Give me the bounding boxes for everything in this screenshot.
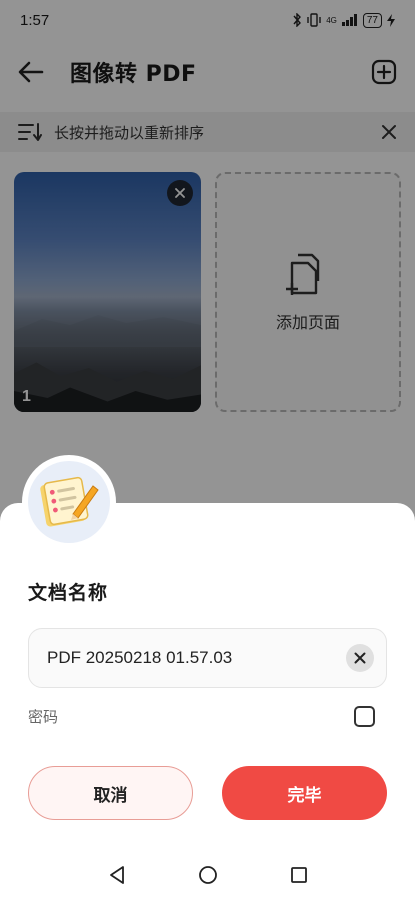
system-nav-bar bbox=[0, 850, 415, 900]
document-name-input[interactable] bbox=[47, 648, 346, 668]
done-button[interactable]: 完毕 bbox=[222, 766, 387, 820]
document-name-sheet bbox=[0, 503, 415, 900]
clear-text-button[interactable] bbox=[346, 644, 374, 672]
notes-pencil-icon bbox=[28, 461, 110, 543]
dialog-title: 文档名称 bbox=[28, 582, 109, 604]
cancel-button[interactable]: 取消 bbox=[28, 766, 193, 820]
close-icon bbox=[354, 652, 366, 664]
back-triangle-icon[interactable] bbox=[108, 865, 126, 885]
password-checkbox[interactable] bbox=[354, 706, 375, 727]
dialog-illustration bbox=[22, 455, 116, 549]
home-circle-icon[interactable] bbox=[198, 865, 218, 885]
document-name-field[interactable] bbox=[28, 628, 387, 688]
password-label: 密码 bbox=[28, 708, 59, 726]
recents-square-icon[interactable] bbox=[290, 866, 308, 884]
